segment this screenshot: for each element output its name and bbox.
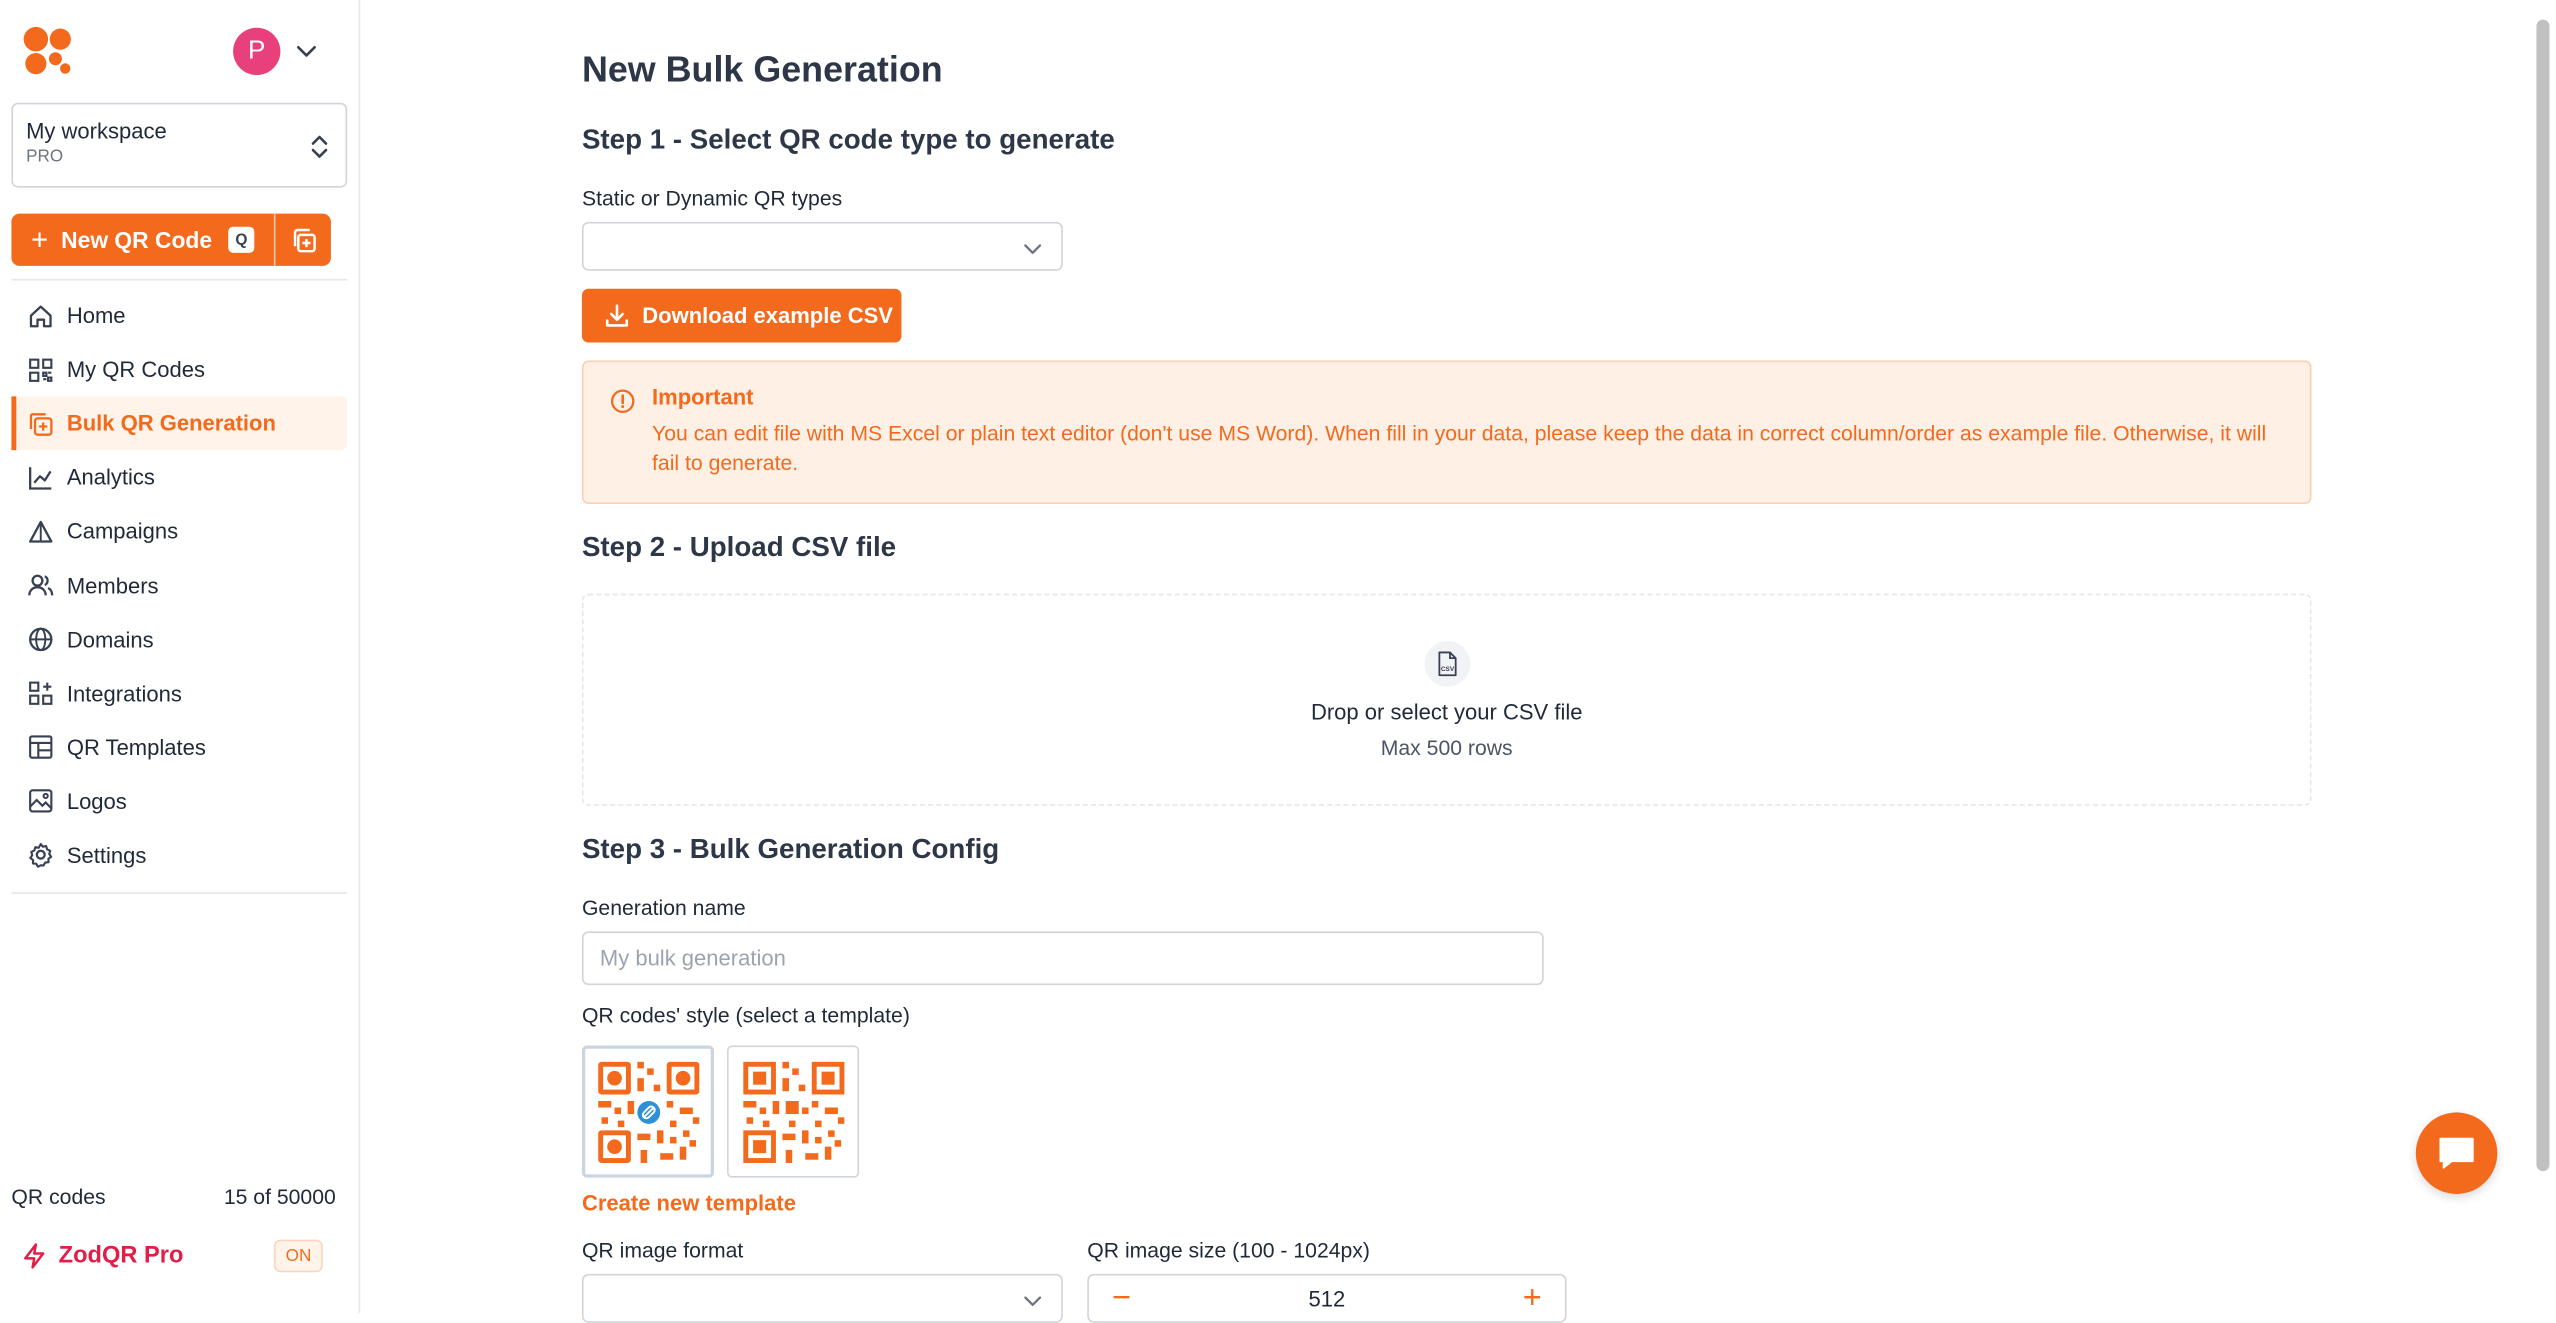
- sidebar-item-analytics[interactable]: Analytics: [11, 451, 347, 505]
- chevron-updown-icon: [311, 135, 328, 158]
- duplicate-icon: [293, 227, 316, 252]
- generation-name-input[interactable]: [581, 931, 1544, 986]
- sidebar-item-campaigns[interactable]: Campaigns: [11, 505, 347, 559]
- shortcut-badge: Q: [228, 226, 255, 253]
- qr-template-option-2[interactable]: [727, 1045, 860, 1178]
- sidebar-item-label: Members: [66, 573, 159, 598]
- download-example-csv-label: Download example CSV: [642, 303, 893, 328]
- decrement-button[interactable]: −: [1108, 1282, 1134, 1315]
- pro-plan-row[interactable]: ZodQR Pro ON: [23, 1239, 323, 1273]
- sidebar-item-label: Domains: [66, 627, 154, 652]
- qr-template-option-1[interactable]: [581, 1045, 714, 1178]
- workspace-switcher[interactable]: My workspace PRO: [11, 102, 348, 188]
- sidebar-item-qr-templates[interactable]: QR Templates: [11, 721, 347, 775]
- integrations-icon: [29, 681, 53, 706]
- new-qr-code-label: New QR Code: [61, 226, 213, 253]
- sidebar-item-label: Settings: [66, 843, 147, 868]
- qr-image-size-stepper: − 512 +: [1087, 1273, 1567, 1323]
- qr-type-label: Static or Dynamic QR types: [581, 185, 843, 211]
- image-icon: [29, 789, 53, 814]
- qr-image-size-label: QR image size (100 - 1024px): [1087, 1238, 1370, 1263]
- analytics-icon: [29, 467, 52, 490]
- qr-image-size-value[interactable]: 512: [1309, 1286, 1346, 1310]
- sidebar-item-label: Analytics: [66, 465, 155, 490]
- sidebar-divider: [11, 892, 348, 894]
- qr-style-label: QR codes' style (select a template): [581, 1003, 910, 1028]
- alert-body: You can edit file with MS Excel or plain…: [652, 420, 2267, 475]
- chat-support-button[interactable]: [2415, 1112, 2498, 1194]
- sidebar-item-label: Bulk QR Generation: [66, 411, 276, 436]
- sidebar-item-label: Campaigns: [66, 519, 179, 544]
- download-example-csv-button[interactable]: Download example CSV: [581, 288, 902, 343]
- qr-codes-usage-label: QR codes: [11, 1184, 106, 1209]
- sidebar-item-label: QR Templates: [66, 735, 206, 760]
- sidebar-item-my-qr-codes[interactable]: My QR Codes: [11, 343, 347, 397]
- qr-type-select[interactable]: [581, 221, 1063, 271]
- sidebar-item-label: Integrations: [66, 681, 182, 706]
- pro-plan-label: ZodQR Pro: [58, 1242, 184, 1269]
- home-icon: [29, 304, 52, 327]
- qr-image-format-select[interactable]: [581, 1273, 1063, 1323]
- qr-image-format-label: QR image format: [581, 1238, 744, 1263]
- new-qr-code-button-group: + New QR Code Q: [11, 213, 331, 266]
- alert-title: Important: [652, 384, 754, 410]
- generation-name-label: Generation name: [581, 895, 746, 920]
- step2-title: Step 2 - Upload CSV file: [581, 531, 897, 563]
- new-qr-code-button[interactable]: + New QR Code Q: [11, 213, 276, 266]
- step1-title: Step 1 - Select QR code type to generate: [581, 123, 1115, 155]
- qr-template-preview: [742, 1061, 844, 1163]
- sidebar: P My workspace PRO + New QR Code Q Home …: [0, 0, 361, 1314]
- sidebar-item-integrations[interactable]: Integrations: [11, 667, 347, 721]
- sidebar-item-label: My QR Codes: [66, 357, 206, 382]
- page-title: New Bulk Generation: [581, 48, 943, 90]
- templates-icon: [29, 735, 53, 760]
- dropzone-max-rows: Max 500 rows: [1380, 735, 1513, 761]
- sidebar-item-members[interactable]: Members: [11, 559, 347, 613]
- important-alert: Important You can edit file with MS Exce…: [581, 360, 2312, 505]
- download-icon: [605, 304, 629, 327]
- sidebar-item-label: Home: [66, 303, 126, 328]
- sidebar-item-settings[interactable]: Settings: [11, 828, 347, 882]
- avatar[interactable]: P: [233, 27, 281, 76]
- increment-button[interactable]: +: [1519, 1282, 1545, 1315]
- qr-codes-usage: QR codes 15 of 50000: [11, 1184, 335, 1208]
- duplicate-qr-button[interactable]: [275, 214, 330, 266]
- qr-grid-icon: [29, 358, 53, 382]
- svg-text:CSV: CSV: [1441, 666, 1455, 673]
- pro-status-badge: ON: [274, 1239, 323, 1273]
- chat-bubble-icon: [2439, 1137, 2474, 1169]
- dropzone-label: Drop or select your CSV file: [1310, 699, 1583, 725]
- campaigns-icon: [29, 520, 53, 543]
- sidebar-item-domains[interactable]: Domains: [11, 613, 347, 667]
- main-content: New Bulk Generation Step 1 - Select QR c…: [581, 0, 2313, 1323]
- sidebar-nav: Home My QR Codes Bulk QR Generation Anal…: [11, 289, 348, 883]
- sidebar-divider: [11, 278, 348, 281]
- gear-icon: [29, 843, 53, 869]
- scrollbar[interactable]: [2536, 19, 2550, 1172]
- csv-file-icon: CSV: [1424, 641, 1471, 687]
- lightning-icon: [24, 1243, 45, 1269]
- sidebar-item-logos[interactable]: Logos: [11, 775, 347, 829]
- chevron-down-icon: [1024, 244, 1042, 254]
- qr-template-preview: [597, 1061, 699, 1163]
- globe-icon: [29, 627, 53, 652]
- sidebar-item-bulk-qr-generation[interactable]: Bulk QR Generation: [11, 396, 348, 451]
- chevron-down-icon: [1024, 1296, 1042, 1307]
- zodqr-logo[interactable]: [23, 26, 75, 78]
- workspace-name: My workspace: [26, 119, 167, 144]
- sidebar-item-label: Logos: [66, 789, 127, 814]
- qr-codes-usage-count: 15 of 50000: [223, 1184, 336, 1209]
- bulk-copy-icon: [29, 412, 53, 436]
- chevron-down-icon[interactable]: [295, 39, 318, 62]
- workspace-plan: PRO: [26, 146, 64, 167]
- csv-dropzone[interactable]: CSV Drop or select your CSV file Max 500…: [581, 593, 2312, 806]
- sidebar-item-home[interactable]: Home: [11, 289, 347, 343]
- plus-icon: +: [30, 223, 49, 257]
- step3-title: Step 3 - Bulk Generation Config: [581, 833, 1000, 865]
- create-new-template-link[interactable]: Create new template: [582, 1191, 796, 1215]
- members-icon: [28, 574, 54, 596]
- alert-circle-icon: [610, 389, 635, 413]
